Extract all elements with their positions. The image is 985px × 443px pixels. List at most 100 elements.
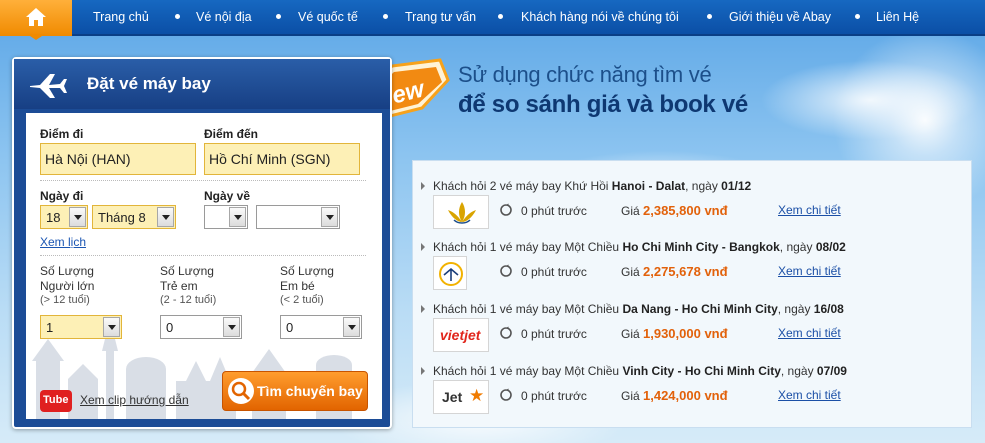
chevron-down-icon <box>223 317 240 337</box>
price-label: Giá <box>621 204 640 218</box>
view-calendar-link[interactable]: Xem lịch <box>40 235 86 249</box>
result-row: Khách hỏi 1 vé máy bay Một Chiều Vinh Ci… <box>413 364 973 426</box>
chevron-down-icon <box>343 317 360 337</box>
bullet-icon <box>421 305 425 313</box>
search-button-label: Tìm chuyến bay <box>257 383 363 399</box>
cloud <box>760 60 980 140</box>
adults-sublabel: Người lớn <box>40 279 95 293</box>
children-select[interactable]: 0 <box>160 315 242 339</box>
booking-header: Đặt vé máy bay <box>14 59 390 109</box>
booking-title: Đặt vé máy bay <box>87 74 211 93</box>
result-row: Khách hỏi 1 vé máy bay Một Chiều Ho Chi … <box>413 240 973 302</box>
promo-line-1: Sử dụng chức năng tìm vé <box>458 62 712 87</box>
lufthansa-logo-icon <box>433 256 467 290</box>
nav-item-contact[interactable]: Liên Hệ <box>876 10 919 24</box>
chevron-down-icon <box>103 317 120 337</box>
search-flights-button[interactable]: Tìm chuyến bay <box>222 371 368 411</box>
result-title: Khách hỏi 1 vé máy bay Một Chiều Vinh Ci… <box>433 364 847 378</box>
return-day-select[interactable] <box>204 205 248 229</box>
to-input[interactable]: Hồ Chí Minh (SGN) <box>204 143 360 175</box>
bullet-icon <box>421 367 425 375</box>
from-input[interactable]: Hà Nội (HAN) <box>40 143 196 175</box>
nav-separator <box>498 14 503 19</box>
view-details-link[interactable]: Xem chi tiết <box>778 264 841 278</box>
result-row: Khách hỏi 2 vé máy bay Khứ Hồi Hanoi - D… <box>413 179 973 241</box>
adults-hint: (> 12 tuổi) <box>40 294 90 306</box>
depart-day-select[interactable]: 18 <box>40 205 88 229</box>
divider <box>40 180 366 181</box>
price-label: Giá <box>621 265 640 279</box>
nav-separator <box>175 14 180 19</box>
nav-item-international[interactable]: Vé quốc tế <box>298 10 358 24</box>
children-sublabel: Trẻ em <box>160 279 198 293</box>
depart-month-select[interactable]: Tháng 8 <box>92 205 176 229</box>
promo-line-2: để so sánh giá và book vé <box>458 91 748 118</box>
result-title: Khách hỏi 1 vé máy bay Một Chiều Ho Chi … <box>433 240 846 254</box>
nav-item-domestic[interactable]: Vé nội địa <box>196 10 252 24</box>
result-price: 2,275,678 vnđ <box>643 264 728 279</box>
chevron-down-icon <box>321 207 338 227</box>
nav-item-testimonials[interactable]: Khách hàng nói về chúng tôi <box>521 10 679 24</box>
depart-day-value: 18 <box>46 210 61 225</box>
booking-widget: Đặt vé máy bay Điểm đi Hà Nội (HAN) Điểm… <box>12 57 392 429</box>
result-price: 2,385,800 vnđ <box>643 203 728 218</box>
vietjet-logo-icon: vietjet <box>433 318 489 352</box>
adults-label: Số Lượng <box>40 264 94 278</box>
home-button[interactable] <box>0 0 72 36</box>
return-date-label: Ngày về <box>204 189 251 203</box>
home-tab-pointer <box>27 34 45 40</box>
youtube-icon[interactable]: Tube <box>40 390 72 412</box>
divider <box>40 255 366 256</box>
refresh-icon <box>500 264 512 277</box>
price-label: Giá <box>621 389 640 403</box>
view-details-link[interactable]: Xem chi tiết <box>778 388 841 402</box>
result-time-ago: 0 phút trước <box>521 327 587 341</box>
result-time-ago: 0 phút trước <box>521 265 587 279</box>
infants-sublabel: Em bé <box>280 279 315 293</box>
depart-month-value: Tháng 8 <box>98 210 146 225</box>
refresh-icon <box>500 326 512 339</box>
chevron-down-icon <box>69 207 86 227</box>
price-label: Giá <box>621 327 640 341</box>
video-guide-link[interactable]: Xem clip hướng dẫn <box>80 393 189 407</box>
refresh-icon <box>500 203 512 216</box>
infants-hint: (< 2 tuổi) <box>280 294 324 306</box>
nav-item-home[interactable]: Trang chủ <box>93 10 149 24</box>
chevron-down-icon <box>229 207 246 227</box>
result-price: 1,424,000 vnđ <box>643 388 728 403</box>
refresh-icon <box>500 388 512 401</box>
result-time-ago: 0 phút trước <box>521 204 587 218</box>
adults-value: 1 <box>46 320 54 335</box>
children-value: 0 <box>166 320 174 335</box>
recent-searches-panel: Khách hỏi 2 vé máy bay Khứ Hồi Hanoi - D… <box>412 160 972 428</box>
result-title: Khách hỏi 1 vé máy bay Một Chiều Da Nang… <box>433 302 844 316</box>
nav-item-about[interactable]: Giới thiệu về Abay <box>729 10 831 24</box>
nav-separator <box>855 14 860 19</box>
children-hint: (2 - 12 tuổi) <box>160 294 217 306</box>
infants-value: 0 <box>286 320 294 335</box>
depart-date-label: Ngày đi <box>40 189 84 203</box>
bullet-icon <box>421 182 425 190</box>
adults-select[interactable]: 1 <box>40 315 122 339</box>
top-navigation: Trang chủ Vé nội địa Vé quốc tế Trang tư… <box>0 0 985 40</box>
result-title: Khách hỏi 2 vé máy bay Khứ Hồi Hanoi - D… <box>433 179 752 193</box>
from-label: Điểm đi <box>40 127 84 141</box>
nav-item-consulting[interactable]: Trang tư vấn <box>405 10 476 24</box>
view-details-link[interactable]: Xem chi tiết <box>778 203 841 217</box>
chevron-down-icon <box>157 207 174 227</box>
nav-separator <box>276 14 281 19</box>
return-month-select[interactable] <box>256 205 340 229</box>
result-row: Khách hỏi 1 vé máy bay Một Chiều Da Nang… <box>413 302 973 364</box>
nav-separator <box>707 14 712 19</box>
result-time-ago: 0 phút trước <box>521 389 587 403</box>
home-icon <box>26 8 46 26</box>
nav-separator <box>383 14 388 19</box>
children-label: Số Lượng <box>160 264 214 278</box>
to-label: Điểm đến <box>204 127 259 141</box>
airplane-icon <box>30 74 67 98</box>
view-details-link[interactable]: Xem chi tiết <box>778 326 841 340</box>
jetstar-logo-icon: Jet ★ <box>433 380 489 414</box>
vietnam-airlines-logo-icon <box>433 195 489 229</box>
infants-label: Số Lượng <box>280 264 334 278</box>
infants-select[interactable]: 0 <box>280 315 362 339</box>
